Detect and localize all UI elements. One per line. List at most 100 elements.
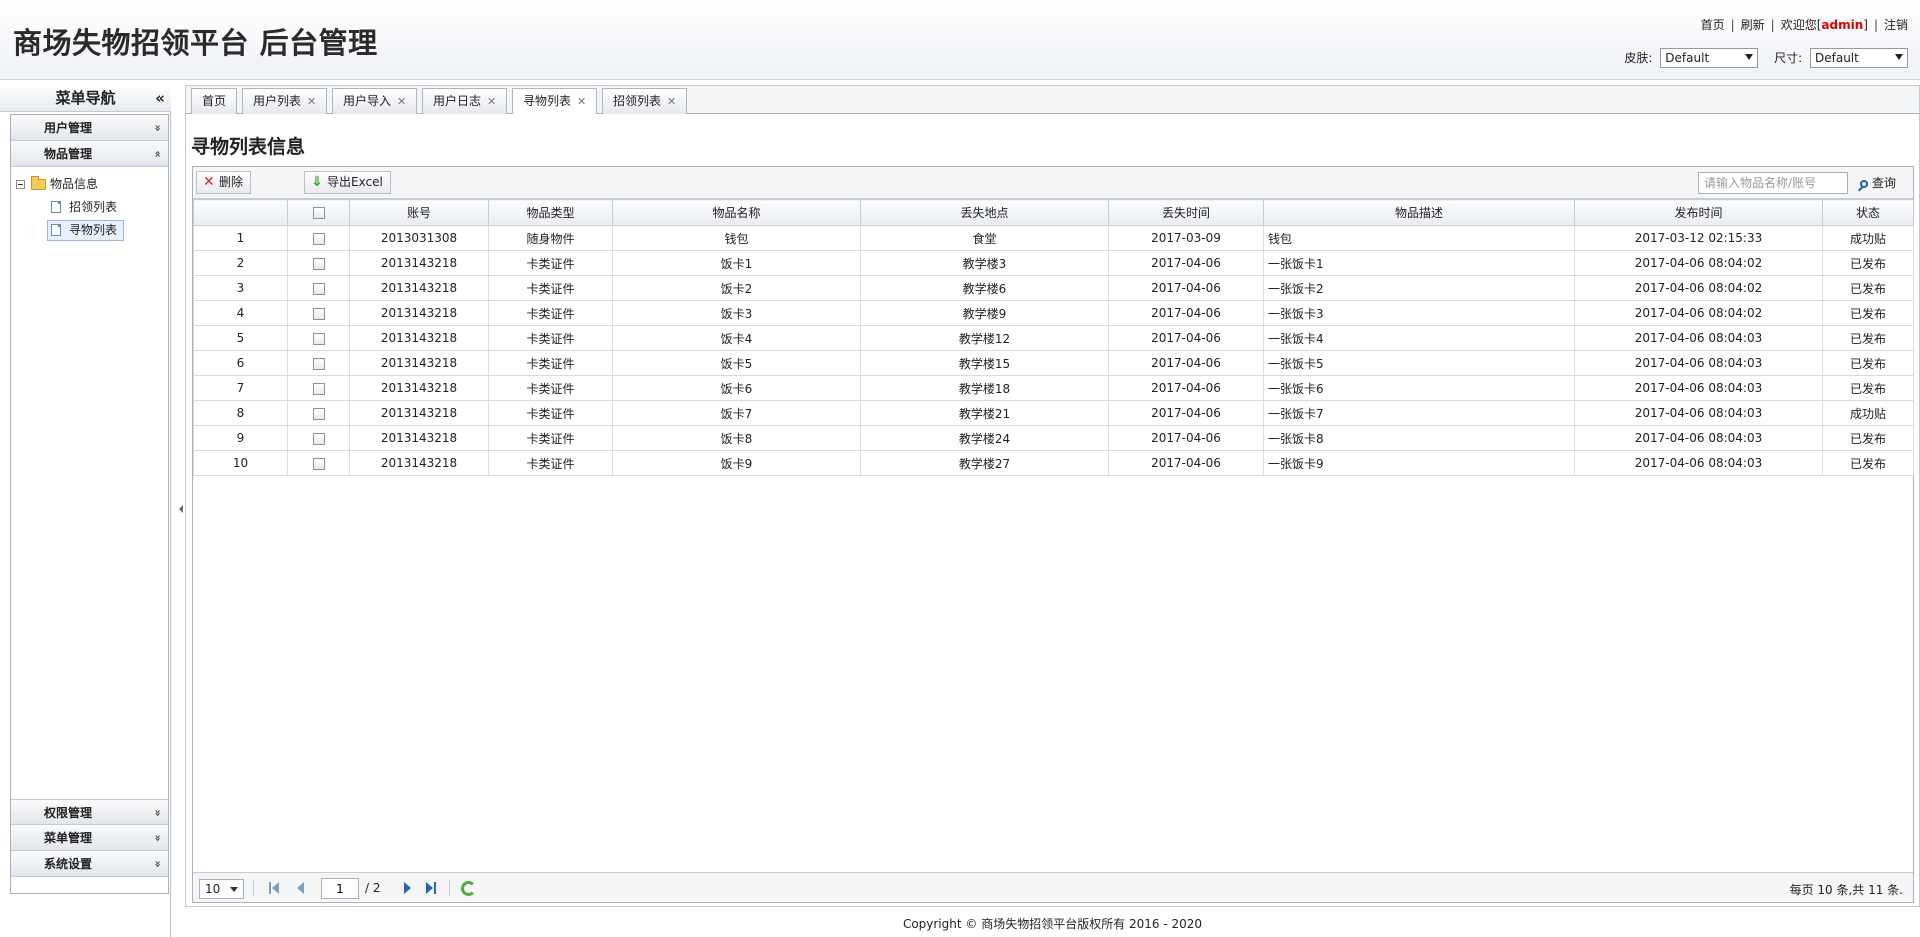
col-header-check: [287, 199, 350, 226]
next-page-button[interactable]: [400, 881, 414, 895]
first-page-button[interactable]: [268, 881, 282, 895]
collapse-node-icon[interactable]: [16, 180, 25, 189]
row-checkbox[interactable]: [312, 357, 325, 370]
row-checkbox[interactable]: [312, 457, 325, 470]
row-number: 2: [193, 250, 288, 276]
item-type-cell: 卡类证件: [488, 275, 613, 301]
tab-lost-list[interactable]: 寻物列表 ✕: [512, 88, 598, 115]
page-total: / 2: [365, 881, 381, 895]
row-checkbox[interactable]: [312, 382, 325, 395]
account-cell: 2013143218: [349, 300, 489, 326]
table-row[interactable]: 8 2013143218 卡类证件 饭卡7 教学楼21 2017-04-06 一张饭卡7 20…: [193, 400, 1914, 426]
tree-item-label: 寻物列表: [69, 223, 118, 237]
search-button[interactable]: 查询: [1860, 174, 1896, 191]
row-checkbox-cell: [287, 275, 350, 301]
export-excel-button[interactable]: ⇓ 导出Excel: [304, 171, 391, 194]
account-cell: 2013143218: [349, 275, 489, 301]
table-row[interactable]: 6 2013143218 卡类证件 饭卡5 教学楼15 2017-04-06 一张饭卡5 20…: [193, 350, 1914, 376]
refresh-link[interactable]: 刷新: [1741, 18, 1765, 32]
chevron-down-icon: [1745, 54, 1754, 60]
home-link[interactable]: 首页: [1701, 18, 1725, 32]
prev-page-icon: [297, 882, 304, 894]
close-icon[interactable]: ✕: [487, 95, 496, 108]
prev-page-button[interactable]: [294, 881, 308, 895]
first-page-icon: [272, 882, 279, 894]
skin-select[interactable]: Default: [1660, 48, 1759, 68]
col-header-type[interactable]: 物品类型: [488, 199, 613, 226]
sidebar-splitter[interactable]: [179, 495, 184, 525]
tree-folder[interactable]: 物品信息: [11, 173, 168, 196]
row-checkbox-cell: [287, 325, 350, 351]
lost-time-cell: 2017-04-06: [1108, 350, 1264, 376]
menu-header: 菜单导航 «: [0, 85, 171, 112]
row-checkbox[interactable]: [312, 307, 325, 320]
divider: [449, 880, 450, 896]
row-checkbox[interactable]: [312, 282, 325, 295]
menu-group-label: 物品管理: [44, 147, 93, 161]
page-size-select[interactable]: 10: [199, 879, 244, 899]
table-row[interactable]: 2 2013143218 卡类证件 饭卡1 教学楼3 2017-04-06 一张饭卡1 201…: [193, 250, 1914, 276]
publish-time-cell: 2017-04-06 08:04:03: [1574, 425, 1823, 451]
row-checkbox[interactable]: [312, 407, 325, 420]
col-header-place[interactable]: 丢失地点: [860, 199, 1109, 226]
col-header-name[interactable]: 物品名称: [612, 199, 861, 226]
close-icon[interactable]: ✕: [577, 95, 586, 108]
tree-item-claim-list[interactable]: 招领列表: [11, 196, 168, 219]
row-checkbox[interactable]: [312, 332, 325, 345]
col-header-desc[interactable]: 物品描述: [1263, 199, 1575, 226]
close-icon[interactable]: ✕: [397, 95, 406, 108]
row-checkbox[interactable]: [312, 232, 325, 245]
item-desc-cell: 一张饭卡5: [1263, 350, 1575, 376]
col-header-account[interactable]: 账号: [349, 199, 489, 226]
page-title: 寻物列表信息: [191, 136, 306, 158]
menu-group-item[interactable]: 物品管理 «: [11, 141, 168, 167]
tab-user-import[interactable]: 用户导入 ✕: [332, 88, 418, 114]
tab-home[interactable]: 首页: [191, 88, 238, 114]
menu-group-system[interactable]: 系统设置 »: [11, 851, 168, 877]
status-cell: 已发布: [1822, 325, 1914, 351]
table-row[interactable]: 1 2013031308 随身物件 钱包 食堂 2017-03-09 钱包 2017-03-1…: [193, 225, 1914, 251]
page-number-input[interactable]: [321, 878, 359, 899]
expand-icon: »: [151, 809, 165, 817]
item-desc-cell: 钱包: [1263, 225, 1575, 251]
refresh-icon[interactable]: [461, 881, 476, 896]
row-number: 8: [193, 400, 288, 426]
page-size-value: 10: [205, 882, 221, 896]
table-row[interactable]: 3 2013143218 卡类证件 饭卡2 教学楼6 2017-04-06 一张饭卡2 201…: [193, 275, 1914, 301]
size-select[interactable]: Default: [1810, 48, 1908, 68]
tab-user-log[interactable]: 用户日志 ✕: [422, 88, 508, 114]
account-cell: 2013143218: [349, 425, 489, 451]
col-header-lost-time[interactable]: 丢失时间: [1108, 199, 1264, 226]
col-header-status[interactable]: 状态: [1822, 199, 1914, 226]
publish-time-cell: 2017-04-06 08:04:03: [1574, 400, 1823, 426]
row-checkbox[interactable]: [312, 257, 325, 270]
tree-item-lost-list[interactable]: 寻物列表: [11, 219, 168, 242]
lost-time-cell: 2017-04-06: [1108, 425, 1264, 451]
menu-group-menu[interactable]: 菜单管理 »: [11, 825, 168, 851]
tabs-bar: 首页 用户列表 ✕ 用户导入 ✕ 用户日志 ✕ 寻物列表 ✕ 招领列表 ✕: [185, 85, 1920, 115]
close-icon[interactable]: ✕: [667, 95, 676, 108]
delete-button[interactable]: ✕ 删除: [196, 171, 252, 194]
tab-user-list[interactable]: 用户列表 ✕: [242, 88, 328, 114]
menu-group-permission[interactable]: 权限管理 »: [11, 799, 168, 825]
tab-claim-list[interactable]: 招领列表 ✕: [602, 88, 688, 114]
col-header-publish-time[interactable]: 发布时间: [1574, 199, 1823, 226]
row-checkbox[interactable]: [312, 432, 325, 445]
close-icon[interactable]: ✕: [307, 95, 316, 108]
size-value: Default: [1815, 51, 1859, 65]
datagrid: ✕ 删除 ⇓ 导出Excel 查询 账号 物品类型 物品名称 丢失地点: [192, 166, 1914, 903]
table-row[interactable]: 5 2013143218 卡类证件 饭卡4 教学楼12 2017-04-06 一张饭卡4 20…: [193, 325, 1914, 351]
menu-group-user[interactable]: 用户管理 »: [11, 115, 168, 141]
collapse-icon[interactable]: «: [155, 85, 165, 112]
search-input[interactable]: [1698, 172, 1848, 194]
table-row[interactable]: 7 2013143218 卡类证件 饭卡6 教学楼18 2017-04-06 一张饭卡6 20…: [193, 375, 1914, 401]
size-label: 尺寸:: [1774, 50, 1803, 65]
last-page-button[interactable]: [424, 881, 438, 895]
item-desc-cell: 一张饭卡7: [1263, 400, 1575, 426]
item-name-cell: 饭卡9: [612, 450, 861, 476]
select-all-checkbox[interactable]: [312, 207, 325, 219]
table-row[interactable]: 4 2013143218 卡类证件 饭卡3 教学楼9 2017-04-06 一张饭卡3 201…: [193, 300, 1914, 326]
table-row[interactable]: 10 2013143218 卡类证件 饭卡9 教学楼27 2017-04-06 一张饭卡9 2…: [193, 450, 1914, 476]
logout-link[interactable]: 注销: [1884, 18, 1908, 32]
table-row[interactable]: 9 2013143218 卡类证件 饭卡8 教学楼24 2017-04-06 一张饭卡8 20…: [193, 425, 1914, 451]
